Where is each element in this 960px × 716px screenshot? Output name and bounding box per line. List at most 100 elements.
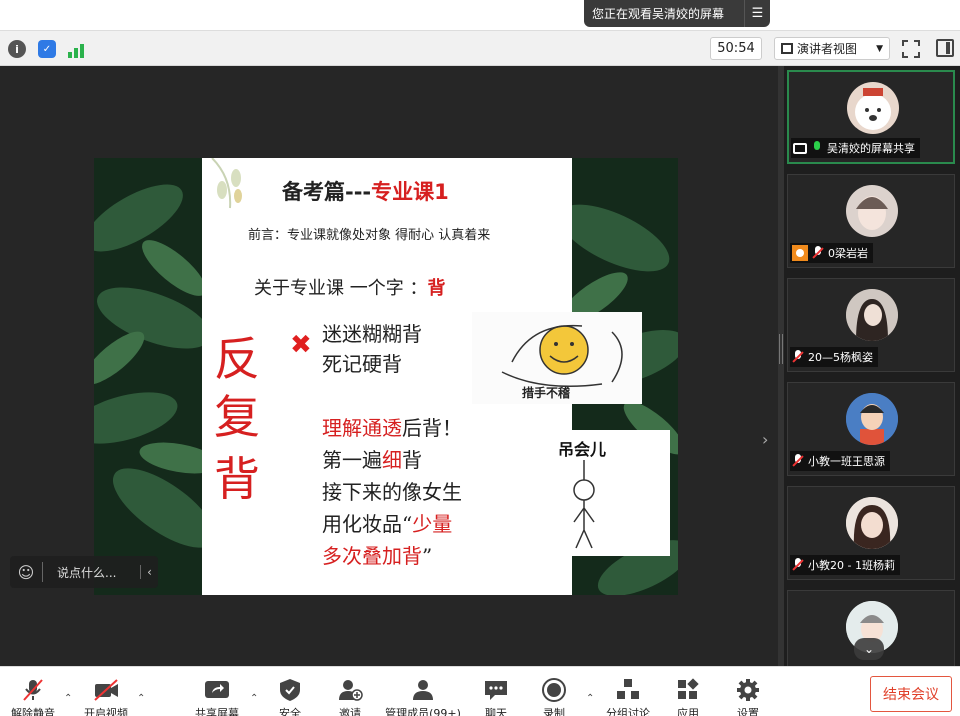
caret-up-icon[interactable]: ⌃ bbox=[64, 693, 72, 704]
meeting-toolbar: i ✓ 50:54 演讲者视图 ▼ bbox=[0, 30, 960, 66]
meeting-controls: 解除静音 ⌃ 开启视频 ⌃ 共享屏幕 ⌃ 安全 邀请 管理成员(99+) 聊天 … bbox=[0, 666, 960, 716]
invite-label: 邀请 bbox=[339, 707, 361, 716]
participant-name-bar: 吴清姣的屏幕共享 bbox=[791, 138, 920, 158]
mic-muted-icon bbox=[20, 678, 46, 702]
meeting-timer: 50:54 bbox=[710, 37, 762, 60]
participant-tile[interactable]: 小教一班王思源 bbox=[787, 382, 955, 476]
drag-handle[interactable] bbox=[779, 334, 783, 364]
right-line5-red: 多次叠加背 bbox=[322, 544, 422, 568]
signal-icon[interactable] bbox=[66, 40, 86, 58]
scroll-down-button[interactable]: ⌄ bbox=[854, 638, 884, 660]
speaker-view-icon bbox=[781, 43, 793, 54]
avatar bbox=[846, 393, 898, 445]
participant-name: 0梁岩岩 bbox=[828, 247, 868, 260]
participant-name-bar: 20—5杨枫姿 bbox=[790, 347, 878, 367]
emoji-icon[interactable]: ☺ bbox=[10, 563, 42, 582]
invite-button[interactable]: 邀请 bbox=[330, 667, 370, 716]
chat-placeholder[interactable]: 说点什么... bbox=[43, 564, 140, 581]
branch-decoration-icon bbox=[211, 158, 242, 209]
caret-up-icon[interactable]: ⌃ bbox=[137, 693, 145, 704]
gear-icon bbox=[735, 678, 761, 702]
avatar bbox=[846, 289, 898, 341]
wrong-method-2: 死记硬背 bbox=[322, 352, 402, 376]
add-user-icon bbox=[337, 678, 363, 702]
participant-tile[interactable]: 20—5杨枫姿 bbox=[787, 278, 955, 372]
security-label: 安全 bbox=[279, 707, 301, 716]
manage-participants-label: 管理成员(99+) bbox=[385, 707, 461, 716]
caret-up-icon[interactable]: ⌃ bbox=[250, 693, 258, 704]
participant-name-bar: 小教20 - 1班杨莉 bbox=[790, 555, 900, 575]
participant-name: 小教20 - 1班杨莉 bbox=[808, 559, 895, 572]
settings-label: 设置 bbox=[737, 707, 759, 716]
menu-icon[interactable]: ☰ bbox=[744, 0, 770, 27]
view-mode-label: 演讲者视图 bbox=[797, 42, 858, 56]
meme-image-2: 吊会儿 bbox=[552, 430, 670, 556]
apps-button[interactable]: 应用 bbox=[668, 667, 708, 716]
unmute-label: 解除静音 bbox=[11, 707, 55, 716]
right-method-5: 多次叠加背” bbox=[322, 540, 432, 569]
right-line2-pre: 第一遍 bbox=[322, 448, 382, 472]
end-meeting-button[interactable]: 结束会议 bbox=[870, 676, 952, 712]
settings-button[interactable]: 设置 bbox=[728, 667, 768, 716]
unmute-button[interactable]: 解除静音 bbox=[8, 667, 58, 716]
title-prefix: 备考篇--- bbox=[282, 180, 372, 204]
right-method-3: 接下来的像女生 bbox=[322, 480, 462, 504]
about-prefix: 关于专业课 一个字 ： bbox=[254, 278, 428, 299]
participant-name: 小教一班王思源 bbox=[808, 455, 885, 468]
side-panel-icon[interactable] bbox=[936, 39, 954, 57]
video-off-icon bbox=[93, 678, 119, 702]
record-label: 录制 bbox=[543, 707, 565, 716]
record-icon bbox=[541, 678, 567, 702]
caret-down-icon: ▼ bbox=[876, 43, 883, 54]
right-line2-post: 背 bbox=[402, 448, 422, 472]
right-line2-red: 细 bbox=[382, 448, 402, 472]
right-line4-pre: 用化妆品“ bbox=[322, 512, 413, 536]
chevron-right-icon[interactable]: › bbox=[762, 430, 768, 449]
chat-input-bar[interactable]: ☺ 说点什么... ‹ bbox=[10, 556, 158, 588]
right-line5-post: ” bbox=[422, 544, 433, 568]
view-mode-button[interactable]: 演讲者视图 ▼ bbox=[774, 37, 890, 60]
slide-intro: 前言：专业课就像处对象 得耐心 认真着来 bbox=[248, 228, 491, 243]
fullscreen-icon[interactable] bbox=[902, 40, 920, 58]
share-screen-button[interactable]: 共享屏幕 bbox=[194, 667, 240, 716]
breakout-rooms-label: 分组讨论 bbox=[606, 707, 650, 716]
about-highlight: 背 bbox=[427, 278, 446, 299]
start-video-button[interactable]: 开启视频 bbox=[80, 667, 132, 716]
girl-photo-avatar-icon bbox=[846, 289, 898, 341]
big-char-2: 复 bbox=[214, 390, 260, 444]
caret-up-icon[interactable]: ⌃ bbox=[586, 693, 594, 704]
participant-gallery[interactable]: 吴清姣的屏幕共享 0梁岩岩 20—5杨枫姿 小教一班王思源 小教20 - 1班杨… bbox=[784, 66, 960, 666]
avatar bbox=[847, 82, 899, 134]
presentation-slide: 备考篇---专业课1 前言：专业课就像处对象 得耐心 认真着来 关于专业课 一个… bbox=[94, 158, 678, 595]
meme1-caption: 措手不稽 bbox=[522, 386, 571, 400]
record-button[interactable]: 录制 bbox=[534, 667, 574, 716]
breakout-rooms-button[interactable]: 分组讨论 bbox=[602, 667, 654, 716]
big-char-1: 反 bbox=[214, 332, 260, 386]
manage-participants-button[interactable]: 管理成员(99+) bbox=[380, 667, 466, 716]
share-screen-icon bbox=[204, 678, 230, 702]
girl-drawn-avatar-icon bbox=[846, 497, 898, 549]
participants-icon bbox=[410, 678, 436, 702]
right-method-2: 第一遍细背 bbox=[322, 444, 422, 473]
shield-icon[interactable]: ✓ bbox=[38, 40, 56, 58]
chat-label: 聊天 bbox=[485, 707, 507, 716]
mic-muted-icon bbox=[792, 350, 804, 364]
participant-name: 20—5杨枫姿 bbox=[808, 351, 873, 364]
user-icon bbox=[792, 245, 808, 261]
participant-name-bar: 小教一班王思源 bbox=[790, 451, 890, 471]
participant-tile[interactable]: 吴清姣的屏幕共享 bbox=[787, 70, 955, 164]
security-shield-icon bbox=[277, 678, 303, 702]
slide-title: 备考篇---专业课1 bbox=[282, 176, 449, 206]
meme-image-1: 措手不稽 bbox=[472, 312, 642, 404]
participant-tile[interactable]: 小教20 - 1班杨莉 bbox=[787, 486, 955, 580]
participant-tile[interactable]: 0梁岩岩 bbox=[787, 174, 955, 268]
right-method-1: 理解通透后背！ bbox=[322, 412, 462, 441]
chevron-left-icon[interactable]: ‹ bbox=[140, 565, 158, 579]
info-icon[interactable]: i bbox=[8, 40, 26, 58]
chat-button[interactable]: 聊天 bbox=[476, 667, 516, 716]
security-button[interactable]: 安全 bbox=[270, 667, 310, 716]
share-screen-label: 共享屏幕 bbox=[195, 707, 239, 716]
boy-avatar-icon bbox=[846, 393, 898, 445]
screen-share-status[interactable]: 您正在观看吴清姣的屏幕 ☰ bbox=[584, 0, 770, 27]
slide-content: 备考篇---专业课1 前言：专业课就像处对象 得耐心 认真着来 关于专业课 一个… bbox=[202, 158, 670, 595]
